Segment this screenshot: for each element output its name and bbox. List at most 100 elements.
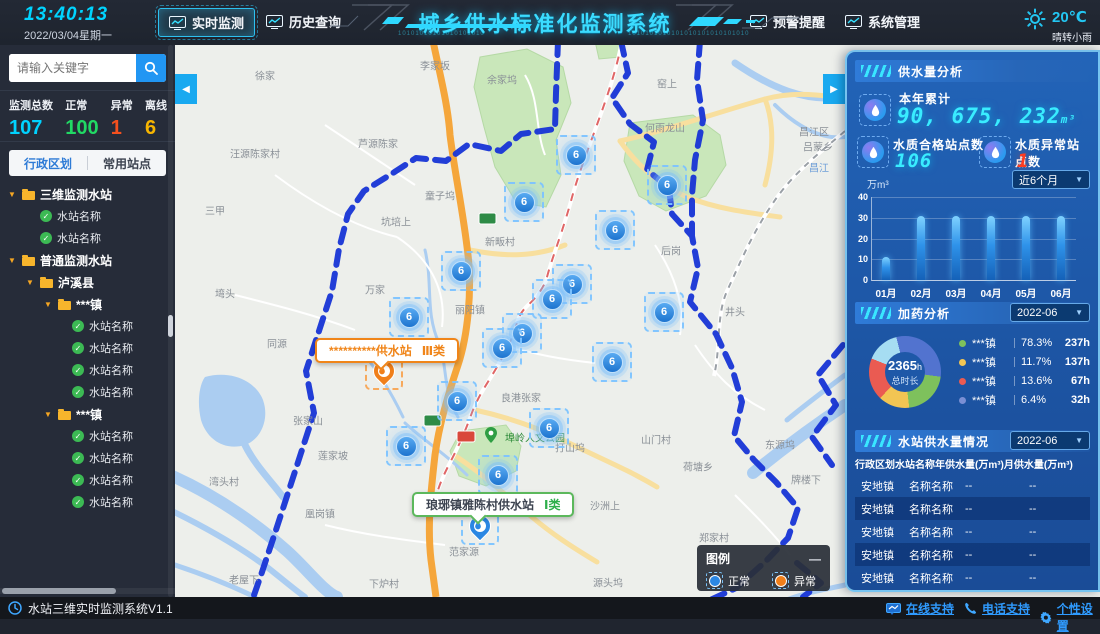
- tree-item[interactable]: ▼ ✓ 水站名称: [0, 205, 168, 227]
- nav-realtime-monitor[interactable]: 实时监测: [158, 8, 255, 37]
- chevron-down-icon[interactable]: ▼: [44, 300, 53, 309]
- chevron-down-icon[interactable]: ▼: [26, 278, 35, 287]
- stat-label: 监测总数: [9, 97, 53, 113]
- personal-settings-link[interactable]: 个性设置: [1040, 600, 1100, 634]
- station-cluster-marker[interactable]: 6: [592, 342, 632, 382]
- station-status-icon: ✓: [72, 386, 84, 398]
- normal-station-callout[interactable]: 琅琊镇雅陈村供水站 Ⅰ类: [412, 492, 574, 517]
- station-status-icon: ✓: [72, 496, 84, 508]
- table-row[interactable]: 安地镇 名称名称 -- --: [855, 497, 1090, 520]
- chevron-down-icon[interactable]: ▼: [8, 190, 17, 199]
- callout-station-name: **********供水站: [329, 342, 412, 359]
- sidebar-collapse-button[interactable]: ◀: [175, 74, 197, 104]
- map-place-label: 丽阳镇: [455, 302, 485, 317]
- tree-item[interactable]: ▼ ✓ 水站名称: [0, 381, 168, 403]
- cell-month-volume: --: [1029, 480, 1084, 492]
- legend-item[interactable]: 异常: [772, 572, 816, 589]
- table-row[interactable]: 安地镇 名称名称 -- --: [855, 543, 1090, 566]
- phone-support-link[interactable]: 电话支持: [964, 600, 1030, 617]
- cluster-count: 6: [492, 338, 513, 359]
- station-cluster-marker[interactable]: 6: [595, 210, 635, 250]
- nav-alert-reminder[interactable]: 预警提醒: [750, 12, 825, 31]
- dosing-month-select[interactable]: 2022-06▼: [1010, 303, 1090, 322]
- station-cluster-marker[interactable]: 6: [644, 292, 684, 332]
- map-place-label: 昌江区: [799, 124, 829, 139]
- tree-item[interactable]: ▼ ✓ 水站名称: [0, 315, 168, 337]
- table-row[interactable]: 安地镇 名称名称 -- --: [855, 566, 1090, 589]
- legend-hours: 137h: [1065, 356, 1090, 368]
- tree-item-label: 水站名称: [57, 208, 101, 224]
- station-cluster-marker[interactable]: 6: [478, 455, 518, 495]
- legend-collapse-button[interactable]: —: [809, 552, 821, 566]
- section-title: 水站供水量情况: [898, 433, 989, 450]
- tree-item[interactable]: ▼ ✓ 泸溪县: [0, 271, 168, 293]
- map-place-label: 余家坞: [487, 72, 517, 87]
- tree-item[interactable]: ▼ ✓ 普通监测水站: [0, 249, 168, 271]
- station-cluster-marker[interactable]: 6: [529, 408, 569, 448]
- tree-item[interactable]: ▼ ✓ 水站名称: [0, 359, 168, 381]
- range-select[interactable]: 近6个月▼: [1012, 170, 1090, 189]
- hatch-icon: [861, 65, 891, 77]
- station-cluster-marker[interactable]: 6: [389, 297, 429, 337]
- station-cluster-marker[interactable]: 6: [556, 135, 596, 175]
- sidebar-vertical-scrollbar-thumb[interactable]: [168, 315, 173, 337]
- chevron-down-icon[interactable]: ▼: [44, 410, 53, 419]
- bar-chart-y-unit: 万m³: [867, 176, 889, 191]
- map-place-label: 新畈村: [485, 234, 515, 249]
- map-place-label: 昌江: [809, 160, 829, 175]
- chevron-down-icon[interactable]: ▼: [8, 256, 17, 265]
- tree-item[interactable]: ▼ ✓ 水站名称: [0, 491, 168, 513]
- online-support-icon: [886, 603, 901, 615]
- search-input[interactable]: [9, 54, 136, 82]
- station-cluster-marker[interactable]: 6: [482, 328, 522, 368]
- cell-year-volume: --: [965, 572, 1029, 584]
- tab-common-stations[interactable]: 常用站点: [88, 155, 166, 172]
- nav-history-query[interactable]: 历史查询: [266, 12, 341, 31]
- cluster-count: 6: [451, 261, 472, 282]
- nav-label: 预警提醒: [773, 12, 825, 31]
- legend-item-label: 异常: [794, 573, 816, 589]
- table-header-cell: 水站名称: [895, 456, 935, 471]
- station-stats: 监测总数 107 正常 100 异常 1 离线 6: [9, 97, 167, 140]
- section-title: 供水量分析: [898, 63, 963, 80]
- legend-percent: 78.3%: [1021, 337, 1061, 349]
- tree-item[interactable]: ▼ ✓ ***镇: [0, 293, 168, 315]
- stat-value: 6: [145, 117, 167, 140]
- legend-percent: 13.6%: [1021, 375, 1061, 387]
- online-support-link[interactable]: 在线支持: [886, 600, 954, 617]
- history-chart-icon: [266, 15, 283, 29]
- sidebar-horizontal-scrollbar-thumb[interactable]: [2, 588, 116, 594]
- dosing-legend: ***镇 78.3% 237h ***镇 11.7% 137h ***镇 13.…: [959, 337, 1090, 406]
- tree-item[interactable]: ▼ ✓ 水站名称: [0, 447, 168, 469]
- stat-label: 异常: [111, 97, 133, 113]
- tree-item[interactable]: ▼ ✓ 水站名称: [0, 469, 168, 491]
- station-cluster-marker[interactable]: 6: [504, 182, 544, 222]
- legend-item[interactable]: 正常: [706, 572, 750, 589]
- tree-item[interactable]: ▼ ✓ 水站名称: [0, 227, 168, 249]
- stations-month-select[interactable]: 2022-06▼: [1010, 431, 1090, 450]
- water-drop-icon: [990, 146, 1001, 159]
- legend-town-name: ***镇: [972, 392, 1008, 408]
- search-icon: [144, 61, 158, 75]
- panel-expand-button[interactable]: ▶: [823, 74, 845, 104]
- abnormal-station-callout[interactable]: **********供水站 Ⅲ类: [315, 338, 459, 363]
- monitor-chart-icon: [169, 16, 186, 30]
- tree-item[interactable]: ▼ ✓ 水站名称: [0, 425, 168, 447]
- search-button[interactable]: [136, 54, 166, 82]
- station-cluster-marker[interactable]: 6: [647, 165, 687, 205]
- table-row[interactable]: 安地镇 名称名称 -- --: [855, 474, 1090, 497]
- nav-system-management[interactable]: 系统管理: [845, 12, 920, 31]
- tree-item[interactable]: ▼ ✓ 三维监测水站: [0, 183, 168, 205]
- station-cluster-marker[interactable]: 6: [437, 381, 477, 421]
- tree-item[interactable]: ▼ ✓ 水站名称: [0, 337, 168, 359]
- divider: [1014, 357, 1015, 367]
- tree-item[interactable]: ▼ ✓ ***镇: [0, 403, 168, 425]
- tab-admin-region[interactable]: 行政区划: [9, 155, 87, 172]
- table-row[interactable]: 安地镇 名称名称 -- --: [855, 520, 1090, 543]
- cluster-count: 6: [566, 145, 587, 166]
- quality-ok-icon: [857, 136, 889, 168]
- section-supply-header: 供水量分析: [855, 60, 1090, 82]
- station-cluster-marker[interactable]: 6: [441, 251, 481, 291]
- station-cluster-marker[interactable]: 6: [386, 426, 426, 466]
- station-status-icon: ✓: [72, 320, 84, 332]
